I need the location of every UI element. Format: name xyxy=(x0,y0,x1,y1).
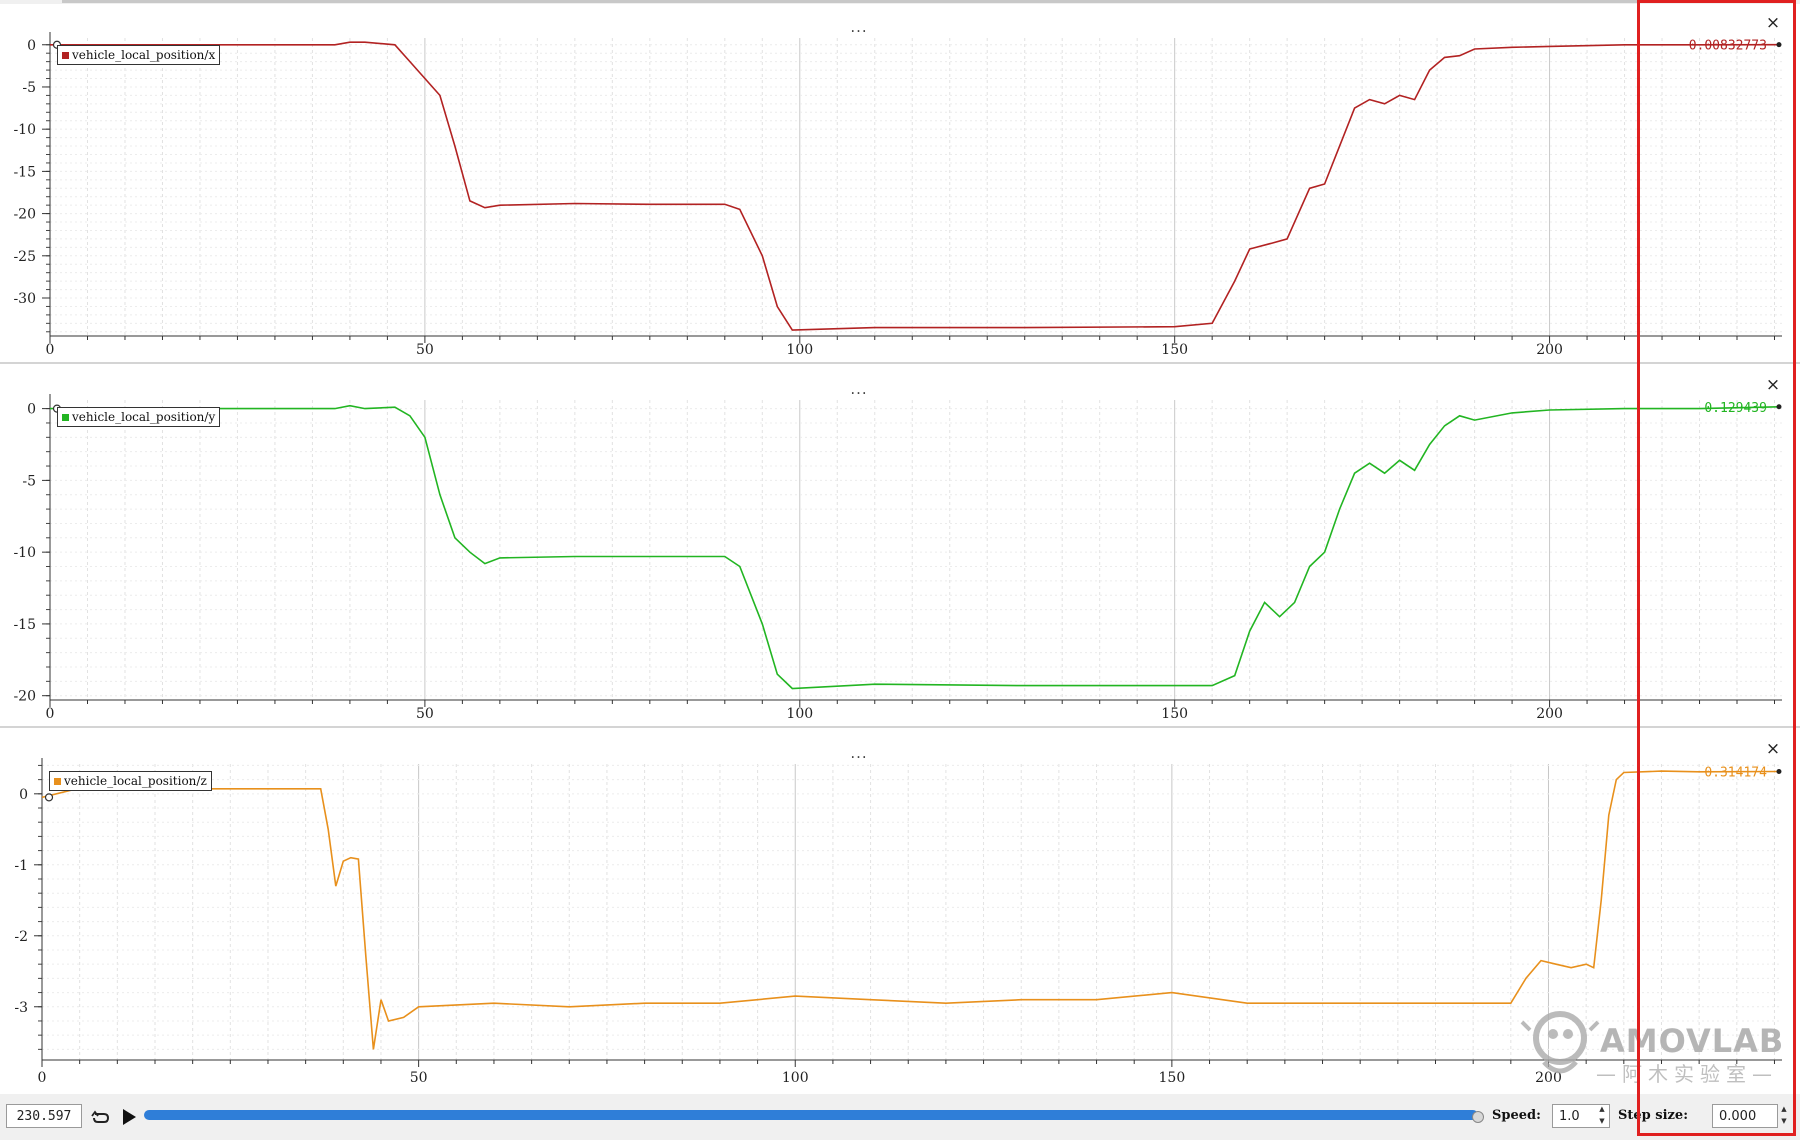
playback-toolbar: 230.597 Speed: 1.0 ▲ ▼ Step size: 0.000 … xyxy=(0,1096,1800,1140)
y-tick-label: -10 xyxy=(13,122,36,138)
series-end-marker xyxy=(1776,42,1782,48)
plot-menu-button[interactable]: ... xyxy=(846,746,872,762)
legend-box[interactable]: vehicle_local_position/z xyxy=(49,771,212,791)
play-icon-glyph xyxy=(123,1109,136,1125)
x-tick-label: 200 xyxy=(1536,342,1563,358)
legend-label: vehicle_local_position/y xyxy=(72,410,216,424)
y-tick-label: -15 xyxy=(13,617,36,633)
x-tick-label: 50 xyxy=(410,1070,428,1086)
x-tick-label: 150 xyxy=(1161,342,1188,358)
plot-x-canvas[interactable]: 0 50 100 150 200 0 -5 -10 -15 -20 -25 -30 0.00832773 xyxy=(0,4,1800,362)
x-tick-label: 50 xyxy=(416,706,434,722)
current-value-label: 0.129439 xyxy=(1704,401,1767,416)
series-end-marker xyxy=(1776,404,1782,410)
current-time-field[interactable]: 230.597 xyxy=(6,1104,82,1128)
y-tick-label: 0 xyxy=(19,787,28,803)
loop-icon-glyph xyxy=(91,1110,110,1123)
series-start-marker xyxy=(44,793,54,802)
current-value-label: 0.00832773 xyxy=(1689,39,1767,54)
plot-menu-button[interactable]: ... xyxy=(846,382,872,398)
y-tick-label: -15 xyxy=(13,164,36,180)
close-plot-button[interactable]: × xyxy=(1764,376,1782,394)
speed-label: Speed: xyxy=(1492,1108,1541,1123)
series-line[interactable] xyxy=(50,41,1780,331)
x-tick-label: 150 xyxy=(1159,1070,1186,1086)
x-tick-label: 50 xyxy=(416,342,434,358)
watermark-subtitle: —阿木实验室— xyxy=(1596,1062,1778,1086)
plot-y-canvas[interactable]: 0 50 100 150 200 0 -5 -10 -15 -20 0.129439 xyxy=(0,364,1800,726)
x-tick-label: 100 xyxy=(786,342,813,358)
y-tick-label: -10 xyxy=(13,545,36,561)
legend-swatch xyxy=(62,414,69,421)
close-plot-button[interactable]: × xyxy=(1764,14,1782,32)
step-size-input[interactable]: 0.000 xyxy=(1712,1104,1778,1128)
x-tick-label: 0 xyxy=(46,706,55,722)
current-value-label: 0.314174 xyxy=(1704,766,1767,781)
loop-icon[interactable] xyxy=(90,1106,112,1128)
step-down-arrow-icon[interactable]: ▼ xyxy=(1778,1116,1790,1127)
x-tick-label: 100 xyxy=(782,1070,809,1086)
step-size-label: Step size: xyxy=(1618,1108,1688,1123)
series-end-marker xyxy=(1776,769,1782,775)
speed-down-arrow-icon[interactable]: ▼ xyxy=(1596,1116,1608,1127)
legend-box[interactable]: vehicle_local_position/x xyxy=(57,45,221,65)
legend-label: vehicle_local_position/z xyxy=(64,774,207,788)
amovlab-watermark: AMOVLAB —阿木实验室— xyxy=(1520,1000,1790,1090)
legend-swatch xyxy=(62,52,69,59)
x-tick-label: 200 xyxy=(1536,706,1563,722)
y-tick-label: -20 xyxy=(13,689,36,705)
timeline-slider[interactable] xyxy=(144,1110,1478,1120)
close-plot-button[interactable]: × xyxy=(1764,740,1782,758)
y-tick-label: -25 xyxy=(13,249,36,265)
plot-menu-button[interactable]: ... xyxy=(846,20,872,36)
top-panel-edge xyxy=(62,0,1637,3)
x-tick-label: 150 xyxy=(1161,706,1188,722)
y-tick-label: -3 xyxy=(14,1000,28,1016)
x-tick-label: 0 xyxy=(38,1070,47,1086)
y-tick-label: -2 xyxy=(14,929,28,945)
y-tick-label: -20 xyxy=(13,207,36,223)
x-tick-label: 100 xyxy=(786,706,813,722)
y-tick-label: -1 xyxy=(14,858,28,874)
watermark-brand: AMOVLAB xyxy=(1600,1022,1785,1060)
amovlab-logo-icon xyxy=(1520,1011,1600,1074)
plot-panel-x[interactable]: 0 50 100 150 200 0 -5 -10 -15 -20 -25 -30 0.00832773… xyxy=(0,4,1800,362)
y-tick-label: -5 xyxy=(22,80,36,96)
y-tick-label: -5 xyxy=(22,473,36,489)
y-tick-label: 0 xyxy=(27,402,36,418)
series-line[interactable] xyxy=(41,770,1780,1050)
play-icon[interactable] xyxy=(118,1106,140,1128)
y-tick-label: -30 xyxy=(13,291,36,307)
series-line[interactable] xyxy=(50,404,1780,690)
legend-box[interactable]: vehicle_local_position/y xyxy=(57,407,221,427)
y-tick-label: 0 xyxy=(27,38,36,54)
legend-swatch xyxy=(54,778,61,785)
speed-up-arrow-icon[interactable]: ▲ xyxy=(1596,1104,1608,1115)
legend-label: vehicle_local_position/x xyxy=(72,48,216,62)
plot-panel-y[interactable]: 0 50 100 150 200 0 -5 -10 -15 -20 0.129439 ... × v… xyxy=(0,364,1800,726)
timeline-slider-handle[interactable] xyxy=(1472,1111,1484,1123)
x-tick-label: 0 xyxy=(46,342,55,358)
step-up-arrow-icon[interactable]: ▲ xyxy=(1778,1104,1790,1115)
